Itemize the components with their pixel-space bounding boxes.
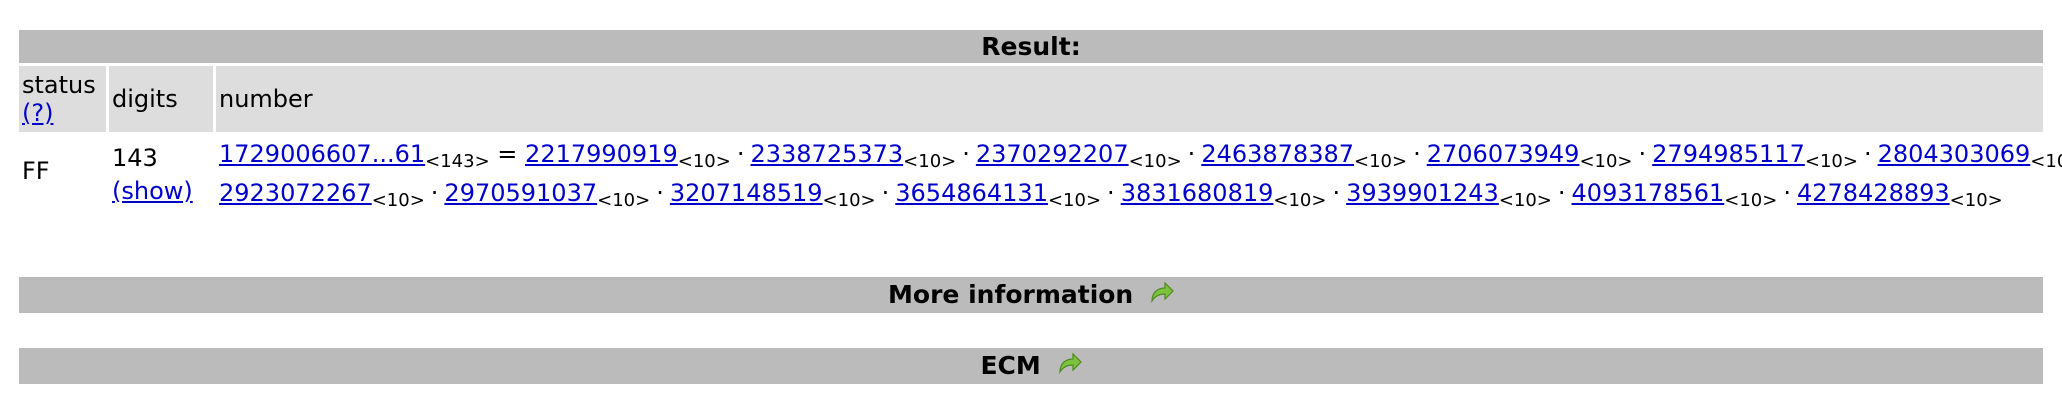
factor-link[interactable]: 2794985117 xyxy=(1652,140,1805,168)
result-header: Result: xyxy=(19,30,2043,63)
more-information-title: More information xyxy=(888,280,1134,309)
factor-link[interactable]: 3207148519 xyxy=(670,179,823,207)
factor-digit-count: <10> xyxy=(597,190,651,211)
factor-digit-count: <10> xyxy=(1498,190,1552,211)
factor-link[interactable]: 2804303069 xyxy=(1878,140,2031,168)
multiplication-dot: · xyxy=(1863,140,1872,168)
factor-digit-count: <10> xyxy=(1949,190,2003,211)
factor-digit-count: <10> xyxy=(371,190,425,211)
digits-cell: 143 (show) xyxy=(109,134,213,214)
factor-link[interactable]: 2338725373 xyxy=(750,140,903,168)
multiplication-dot: · xyxy=(1557,179,1566,207)
factor-digit-count: <10> xyxy=(2030,151,2062,172)
factor-digit-count: <10> xyxy=(1273,190,1327,211)
multiplication-dot: · xyxy=(1413,140,1421,168)
digits-header-label: digits xyxy=(112,85,178,113)
factor-digit-count: <10> xyxy=(903,151,957,172)
status-header-label: status xyxy=(22,71,96,99)
multiplication-dot: · xyxy=(1783,179,1791,207)
status-cell: FF xyxy=(19,134,106,214)
multiplication-dot: · xyxy=(962,140,970,168)
number-cell: 1729006607...61<143> = 2217990919<10> · 23… xyxy=(216,134,2062,214)
factorization-line-2: 2923072267<10> · 2970591037<10> · 3207148519… xyxy=(219,175,2043,214)
ecm-header[interactable]: ECM xyxy=(19,348,2043,384)
more-information-header[interactable]: More information xyxy=(19,277,2043,313)
factor-link[interactable]: 2923072267 xyxy=(219,179,372,207)
factor-link[interactable]: 2217990919 xyxy=(525,140,678,168)
show-number-link[interactable]: (show) xyxy=(112,177,193,205)
factor-link[interactable]: 2970591037 xyxy=(444,179,597,207)
multiplication-dot: · xyxy=(736,140,745,168)
factor-link[interactable]: 4278428893 xyxy=(1797,179,1950,207)
factor-link[interactable]: 3654864131 xyxy=(895,179,1048,207)
factor-digit-count: <10> xyxy=(1047,190,1102,211)
status-help-link[interactable]: (?) xyxy=(22,99,53,127)
factor-digit-count: <10> xyxy=(822,190,876,211)
status-column-header: status (?) xyxy=(19,66,106,132)
equals-sign: = xyxy=(497,140,518,168)
factor-link[interactable]: 2370292207 xyxy=(976,140,1129,168)
number-link[interactable]: 1729006607...61 xyxy=(219,140,425,168)
result-title: Result: xyxy=(981,32,1081,61)
factor-digit-count: <10> xyxy=(1128,151,1182,172)
factor-digit-count: <10> xyxy=(677,151,731,172)
multiplication-dot: · xyxy=(881,179,890,207)
multiplication-dot: · xyxy=(1107,179,1115,207)
digits-value: 143 xyxy=(112,144,158,172)
green-arrow-icon[interactable] xyxy=(1148,281,1174,305)
factor-link[interactable]: 3831680819 xyxy=(1121,179,1274,207)
factor-link[interactable]: 2706073949 xyxy=(1427,140,1580,168)
factor-digit-count: <10> xyxy=(1724,190,1778,211)
factor-digit-count: <10> xyxy=(1804,151,1858,172)
number-column-header: number xyxy=(216,66,2043,132)
status-value: FF xyxy=(22,157,50,185)
factor-digit-count: <10> xyxy=(1579,151,1633,172)
green-arrow-icon[interactable] xyxy=(1056,352,1082,376)
number-header-label: number xyxy=(219,85,313,113)
factorization-line-1: 1729006607...61<143> = 2217990919<10> · 23… xyxy=(219,136,2062,175)
factor-link[interactable]: 2463878387 xyxy=(1201,140,1354,168)
factor-link[interactable]: 3939901243 xyxy=(1346,179,1499,207)
number-digit-count: <143> xyxy=(425,151,490,172)
factor-link[interactable]: 4093178561 xyxy=(1572,179,1725,207)
factor-digit-count: <10> xyxy=(1354,151,1408,172)
digits-column-header: digits xyxy=(109,66,213,132)
multiplication-dot: · xyxy=(656,179,664,207)
multiplication-dot: · xyxy=(1187,140,1196,168)
multiplication-dot: · xyxy=(430,179,439,207)
multiplication-dot: · xyxy=(1638,140,1647,168)
multiplication-dot: · xyxy=(1332,179,1341,207)
ecm-title: ECM xyxy=(980,351,1041,380)
